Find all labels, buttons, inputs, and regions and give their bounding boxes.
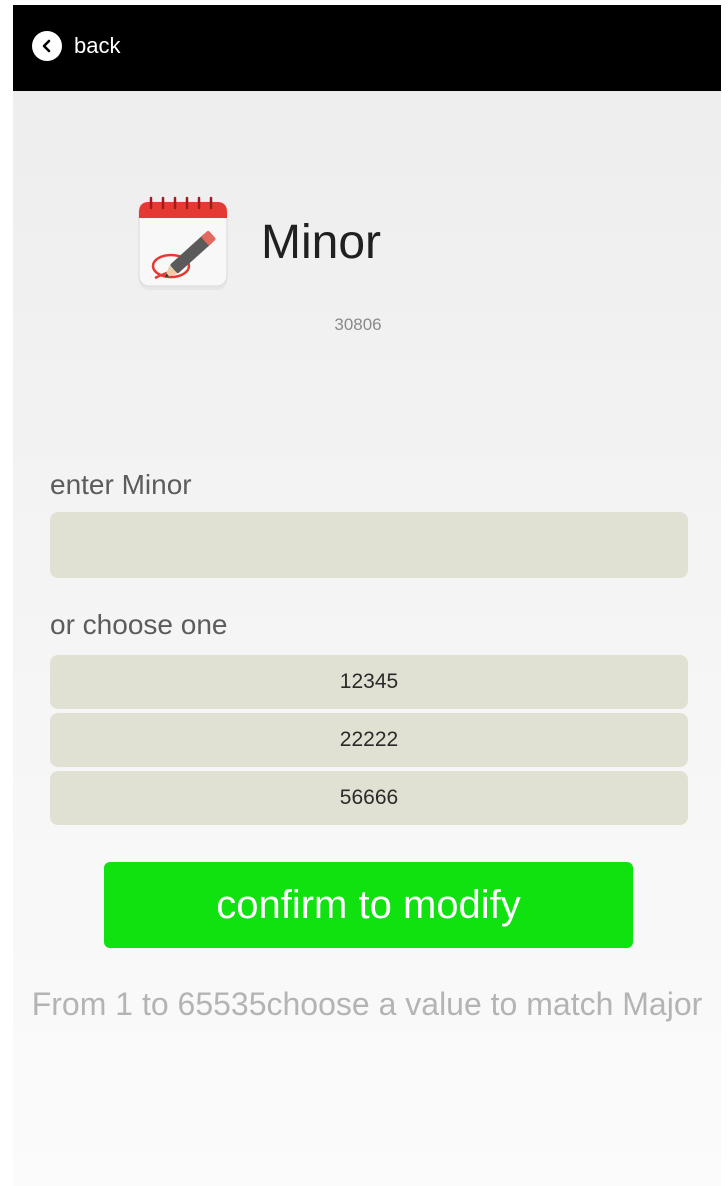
notepad-pencil-icon <box>137 192 231 292</box>
enter-label: enter Minor <box>50 469 192 500</box>
option-item[interactable]: 22222 <box>50 713 688 767</box>
option-item[interactable]: 12345 <box>50 655 688 709</box>
option-item[interactable]: 56666 <box>50 771 688 825</box>
screen: back Minor 30806 enter Minor or choose o… <box>13 5 721 1186</box>
back-button[interactable]: back <box>32 27 120 65</box>
page-title: Minor <box>261 216 382 269</box>
top-bar: back <box>13 5 721 91</box>
chevron-left-icon <box>32 31 62 61</box>
current-value: 30806 <box>334 315 382 334</box>
choose-label: or choose one <box>50 609 228 640</box>
minor-input[interactable] <box>50 512 688 578</box>
hint-text: From 1 to 65535choose a value to match M… <box>31 986 703 1022</box>
back-label: back <box>74 33 121 58</box>
confirm-button[interactable]: confirm to modify <box>104 862 633 948</box>
